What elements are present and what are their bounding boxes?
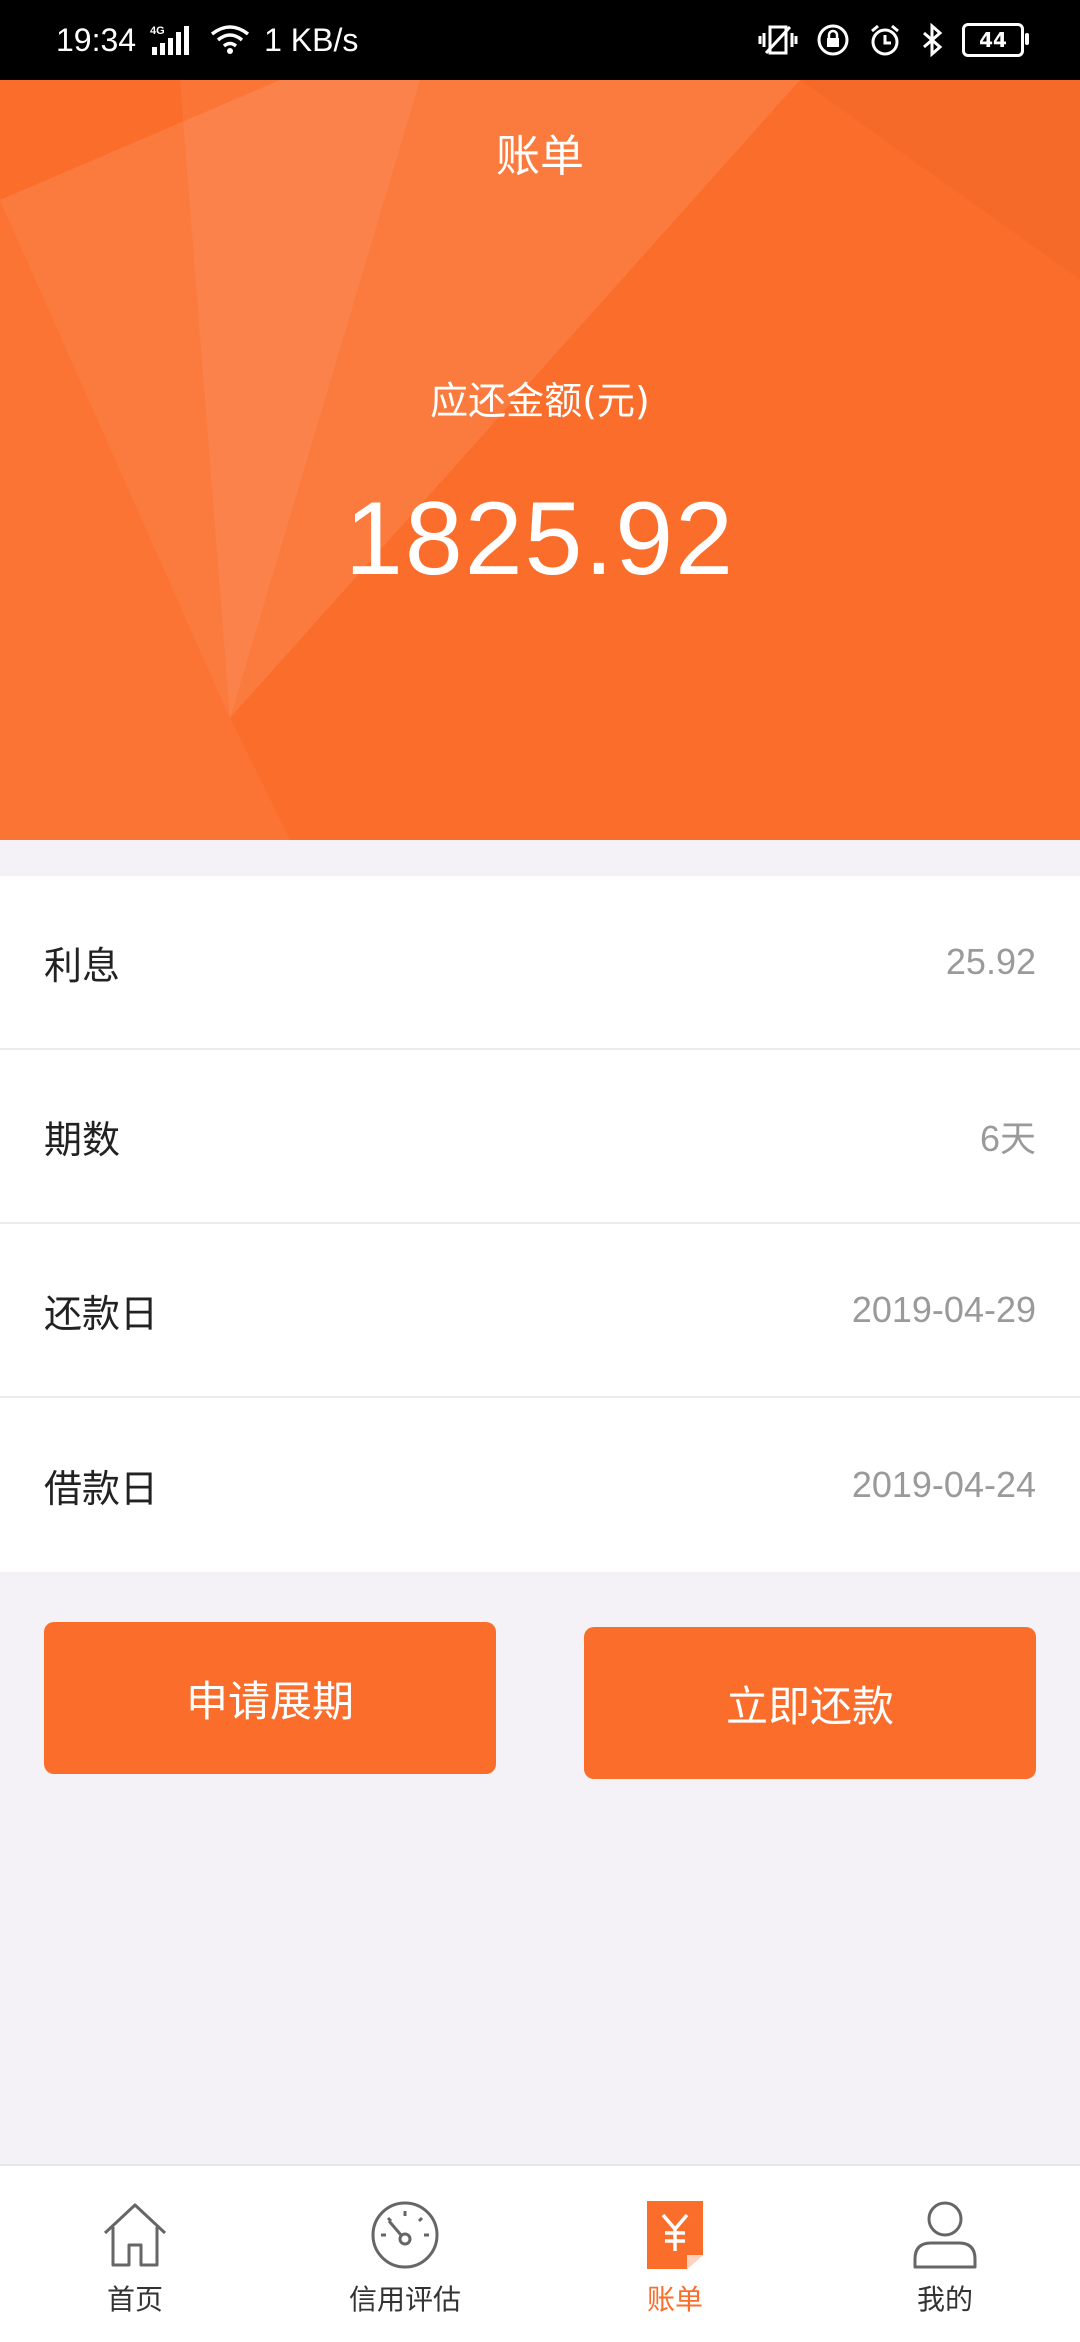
- detail-row-repayment-date: 还款日 2019-04-29: [0, 1224, 1080, 1398]
- status-bar: 19:34 4G 1 KB/s 44: [0, 0, 1080, 80]
- alarm-icon: [868, 23, 902, 57]
- network-speed: 1 KB/s: [264, 21, 359, 58]
- gauge-icon: [369, 2198, 441, 2272]
- nav-label: 账单: [646, 2283, 703, 2316]
- detail-row-term: 期数 6天: [0, 1050, 1080, 1224]
- detail-row-loan-date: 借款日 2019-04-24: [0, 1398, 1080, 1572]
- bill-icon: [645, 2198, 705, 2272]
- detail-value: 2019-04-29: [851, 1289, 1036, 1330]
- detail-label: 期数: [44, 1117, 121, 1162]
- vibrate-icon: [758, 23, 798, 57]
- nav-item-home[interactable]: 首页: [0, 2166, 270, 2342]
- apply-extension-button[interactable]: 申请展期: [44, 1622, 496, 1774]
- detail-label: 借款日: [44, 1466, 159, 1511]
- bill-header: 账单 应还金额(元) 1825.92: [0, 80, 1080, 840]
- detail-row-interest: 利息 25.92: [0, 876, 1080, 1050]
- status-left: 19:34 4G 1 KB/s: [56, 18, 358, 62]
- detail-label: 利息: [44, 943, 121, 988]
- repay-now-button[interactable]: 立即还款: [584, 1627, 1036, 1779]
- network-type-label: 4G: [150, 25, 165, 37]
- nav-label: 我的: [916, 2283, 973, 2316]
- detail-value: 6天: [979, 1118, 1036, 1159]
- wifi-icon: [210, 24, 250, 56]
- home-icon: [99, 2198, 171, 2272]
- status-time: 19:34: [56, 21, 137, 58]
- nav-item-bill[interactable]: 账单: [540, 2166, 810, 2342]
- status-right: 44: [758, 18, 1029, 62]
- bluetooth-icon: [920, 23, 944, 57]
- amount-due-label: 应还金额(元): [430, 379, 650, 423]
- nav-label: 信用评估: [348, 2283, 461, 2316]
- page-title: 账单: [496, 131, 584, 182]
- header-background-pattern: [0, 80, 800, 840]
- battery-indicator: 44: [962, 23, 1029, 57]
- user-icon: [909, 2198, 981, 2272]
- cellular-signal-icon: 4G: [150, 23, 196, 57]
- bill-details-list: 利息 25.92 期数 6天 还款日 2019-04-29 借款日 2019-0…: [0, 876, 1080, 1572]
- nav-item-mine[interactable]: 我的: [810, 2166, 1080, 2342]
- lock-rotation-icon: [816, 23, 850, 57]
- bottom-nav: 首页 信用评估 账单 我的: [0, 2164, 1080, 2342]
- detail-value: 2019-04-24: [851, 1464, 1036, 1505]
- amount-due-value: 1825.92: [345, 481, 735, 597]
- nav-label: 首页: [106, 2283, 163, 2316]
- detail-value: 25.92: [945, 941, 1036, 982]
- nav-item-credit[interactable]: 信用评估: [270, 2166, 540, 2342]
- detail-label: 还款日: [44, 1291, 159, 1336]
